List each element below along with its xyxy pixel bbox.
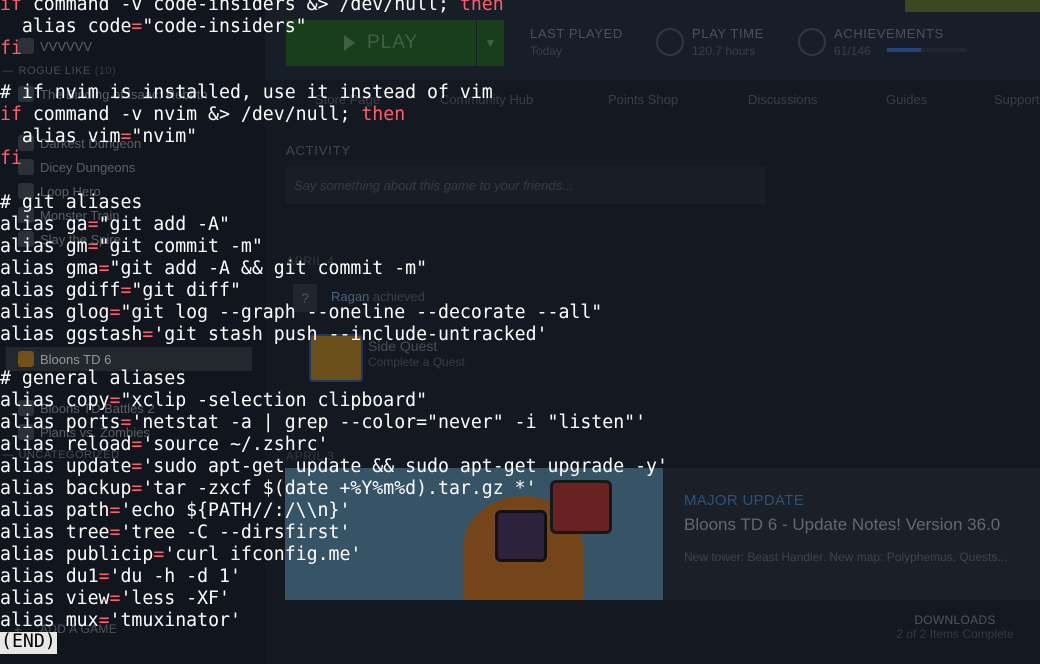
comment-line: # if nvim is installed, use it instead o… (0, 82, 493, 103)
alias-line: alias ga="git add -A" (0, 214, 230, 235)
alias-line: alias publicip='curl ifconfig.me' (0, 544, 362, 565)
alias-line: alias mux='tmuxinator' (0, 610, 241, 631)
alias-line: alias reload='source ~/.zshrc' (0, 434, 329, 455)
keyword-then: then (459, 0, 504, 15)
alias-line: alias backup='tar -zxcf $(date +%Y%m%d).… (0, 478, 537, 499)
code-text: command -v code-insiders &> /dev/null; (21, 0, 460, 15)
alias-line: alias view='less -XF' (0, 588, 230, 609)
keyword-if: if (0, 104, 22, 125)
alias-line: alias update='sudo apt-get update && sud… (0, 456, 668, 477)
code-line: alias code="code-insiders" (0, 16, 307, 37)
keyword-then: then (361, 104, 406, 125)
pager-end-marker: (END) (0, 631, 57, 654)
code-line: alias vim="nvim" (0, 126, 198, 147)
code-line: if command -v nvim &> /dev/null; then (0, 104, 405, 126)
keyword-fi: fi (0, 38, 22, 59)
keyword-if: if (0, 0, 22, 15)
alias-line: alias ggstash='git stash push --include-… (0, 324, 548, 345)
comment-line: # git aliases (0, 192, 143, 213)
alias-line: alias tree='tree -C --dirsfirst' (0, 522, 351, 543)
alias-line: alias ports='netstat -a | grep --color="… (0, 412, 647, 433)
alias-line: alias du1='du -h -d 1' (0, 566, 241, 587)
alias-line: alias copy="xclip -selection clipboard" (0, 390, 428, 411)
alias-line: alias path='echo ${PATH//:/\\n}' (0, 500, 351, 521)
alias-line: alias gdiff="git diff" (0, 280, 241, 301)
terminal-pager[interactable]: if command -v code-insiders &> /dev/null… (0, 0, 1040, 664)
keyword-fi: fi (0, 148, 22, 169)
code-text: command -v nvim &> /dev/null; (21, 104, 362, 125)
code-line: if command -v code-insiders &> /dev/null… (0, 0, 504, 16)
alias-line: alias glog="git log --graph --oneline --… (0, 302, 603, 323)
alias-line: alias gm="git commit -m" (0, 236, 263, 257)
comment-line: # general aliases (0, 368, 187, 389)
alias-line: alias gma="git add -A && git commit -m" (0, 258, 428, 279)
